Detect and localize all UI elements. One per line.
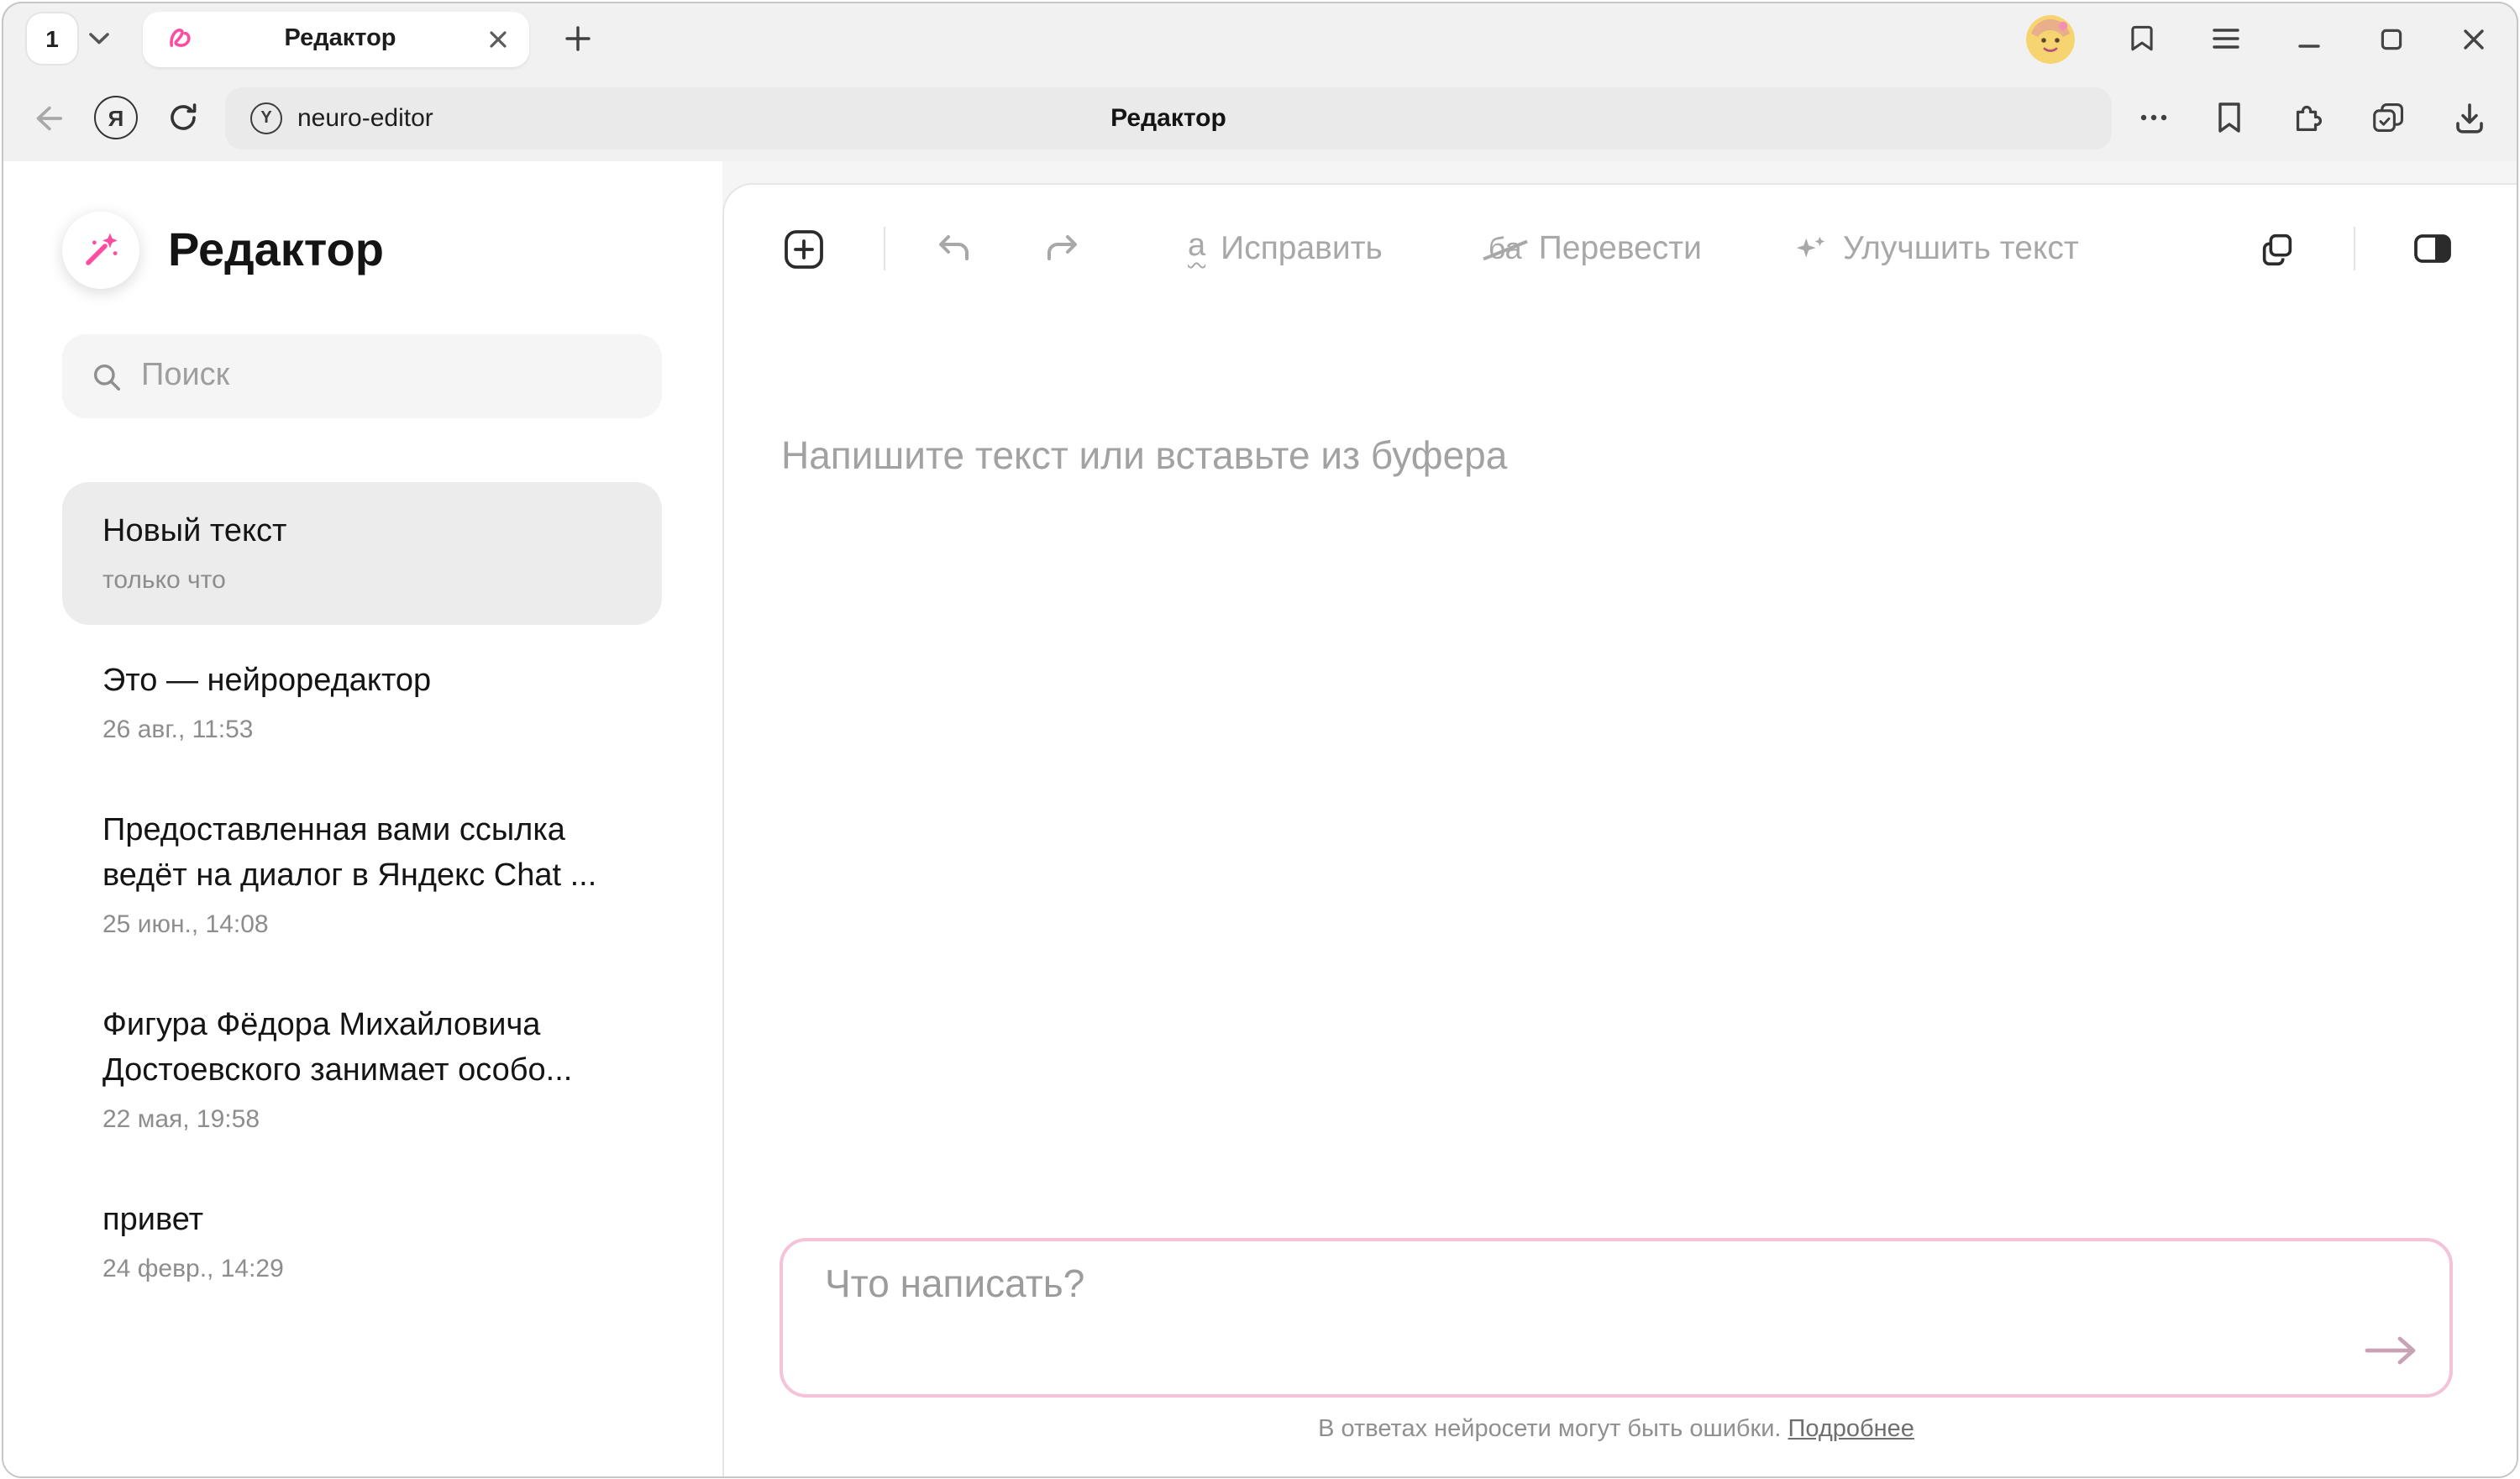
undo-icon[interactable] xyxy=(936,232,973,265)
list-item-meta: 26 авг., 11:53 xyxy=(102,716,622,744)
back-icon[interactable] xyxy=(30,100,66,135)
list-item-title: Это — нейроредактор xyxy=(102,658,622,704)
chevron-down-icon[interactable] xyxy=(89,32,109,45)
tab-close-icon[interactable] xyxy=(484,24,512,53)
list-item[interactable]: привет 24 февр., 14:29 xyxy=(62,1171,662,1314)
search-input[interactable] xyxy=(141,358,633,395)
improve-label: Улучшить текст xyxy=(1843,229,2079,268)
prompt-box[interactable] xyxy=(780,1237,2453,1397)
tab-active[interactable]: Редактор xyxy=(143,11,529,66)
reload-icon[interactable] xyxy=(166,101,200,134)
list-item-meta: 24 февр., 14:29 xyxy=(102,1255,622,1283)
list-item-title: Предоставленная вами ссылка ведёт на диа… xyxy=(102,808,622,899)
send-arrow-icon[interactable] xyxy=(2359,1330,2423,1370)
fix-icon: а xyxy=(1188,229,1205,268)
toolbar-divider xyxy=(2354,227,2355,270)
redo-icon[interactable] xyxy=(1043,232,1080,265)
list-item[interactable]: Фигура Фёдора Михайловича Достоевского з… xyxy=(62,976,662,1164)
bookmarks-panel-icon[interactable] xyxy=(2125,22,2159,55)
prompt-area: В ответах нейросети могут быть ошибки. П… xyxy=(780,1237,2453,1442)
sparkles-icon xyxy=(1793,231,1828,266)
pen-scribble-icon xyxy=(166,24,197,54)
bookmark-icon[interactable] xyxy=(2214,101,2244,134)
list-item-title: Фигура Фёдора Михайловича Достоевского з… xyxy=(102,1003,622,1094)
list-item[interactable]: Предоставленная вами ссылка ведёт на диа… xyxy=(62,781,662,969)
url-text[interactable]: neuro-editor xyxy=(297,103,433,132)
browser-window: 1 Редактор xyxy=(2,2,2518,1477)
maximize-icon[interactable] xyxy=(2376,23,2407,55)
disclaimer: В ответах нейросети могут быть ошибки. П… xyxy=(780,1415,2453,1442)
new-tab-button[interactable] xyxy=(559,20,596,57)
tab-count-badge[interactable]: 1 xyxy=(27,13,77,64)
app-content: Редактор Новый текст только что Это — не… xyxy=(3,161,2517,1476)
profile-avatar[interactable] xyxy=(2026,14,2075,63)
list-item-meta: 25 июн., 14:08 xyxy=(102,910,622,939)
search-box[interactable] xyxy=(62,334,662,418)
sidebar-toggle-icon[interactable] xyxy=(2412,232,2453,265)
list-item-meta: 22 мая, 19:58 xyxy=(102,1105,622,1134)
tab-strip: 1 Редактор xyxy=(3,3,2517,74)
copy-icon[interactable] xyxy=(2258,229,2297,268)
sidebar: Редактор Новый текст только что Это — не… xyxy=(3,161,722,1476)
list-item-new-text[interactable]: Новый текст только что xyxy=(62,482,662,625)
magic-wand-icon xyxy=(62,212,139,289)
disclaimer-link[interactable]: Подробнее xyxy=(1788,1415,1914,1442)
more-icon[interactable] xyxy=(2139,113,2169,123)
window-close-icon[interactable] xyxy=(2458,23,2490,55)
app-brand: Редактор xyxy=(62,212,722,289)
search-icon xyxy=(91,360,123,392)
translate-button[interactable]: ба Перевести xyxy=(1487,229,1702,268)
page-title: Редактор xyxy=(225,103,2112,132)
document-list: Новый текст только что Это — нейроредакт… xyxy=(62,482,662,1314)
editor-canvas[interactable]: Напишите текст или вставьте из буфера xyxy=(781,433,2517,479)
add-document-icon[interactable] xyxy=(781,226,827,271)
editor-area: а Исправить ба Перевести Улучшить текст xyxy=(722,161,2517,1476)
fix-label: Исправить xyxy=(1221,229,1383,268)
list-item[interactable]: Это — нейроредактор 26 авг., 11:53 xyxy=(62,632,662,774)
improve-button[interactable]: Улучшить текст xyxy=(1793,229,2079,268)
tab-title: Редактор xyxy=(197,25,484,52)
site-icon: Y xyxy=(250,102,282,134)
fix-button[interactable]: а Исправить xyxy=(1188,229,1383,268)
download-icon[interactable] xyxy=(2453,100,2486,135)
editor-toolbar: а Исправить ба Перевести Улучшить текст xyxy=(724,212,2517,286)
prompt-input[interactable] xyxy=(783,1240,2449,1393)
list-item-meta: только что xyxy=(102,566,622,595)
translate-label: Перевести xyxy=(1539,229,1702,268)
tab-counter[interactable]: 1 xyxy=(27,13,109,64)
extensions-icon[interactable] xyxy=(2290,100,2325,135)
editor-panel: а Исправить ба Перевести Улучшить текст xyxy=(722,183,2517,1476)
minimize-icon[interactable] xyxy=(2293,23,2325,55)
yandex-logo-icon[interactable]: Я xyxy=(94,96,138,139)
list-item-title: Новый текст xyxy=(102,509,622,554)
collections-icon[interactable] xyxy=(2370,101,2407,134)
screenshot: 1 Редактор xyxy=(0,0,2520,1479)
list-item-title: привет xyxy=(102,1198,622,1243)
url-bar[interactable]: Y neuro-editor Редактор xyxy=(225,87,2112,149)
toolbar-divider xyxy=(884,227,885,270)
menu-icon[interactable] xyxy=(2209,22,2243,55)
translate-icon: ба xyxy=(1487,233,1524,264)
app-title: Редактор xyxy=(168,223,384,277)
address-bar: Я Y neuro-editor Редактор xyxy=(3,74,2517,161)
disclaimer-text: В ответах нейросети могут быть ошибки. xyxy=(1318,1415,1781,1442)
